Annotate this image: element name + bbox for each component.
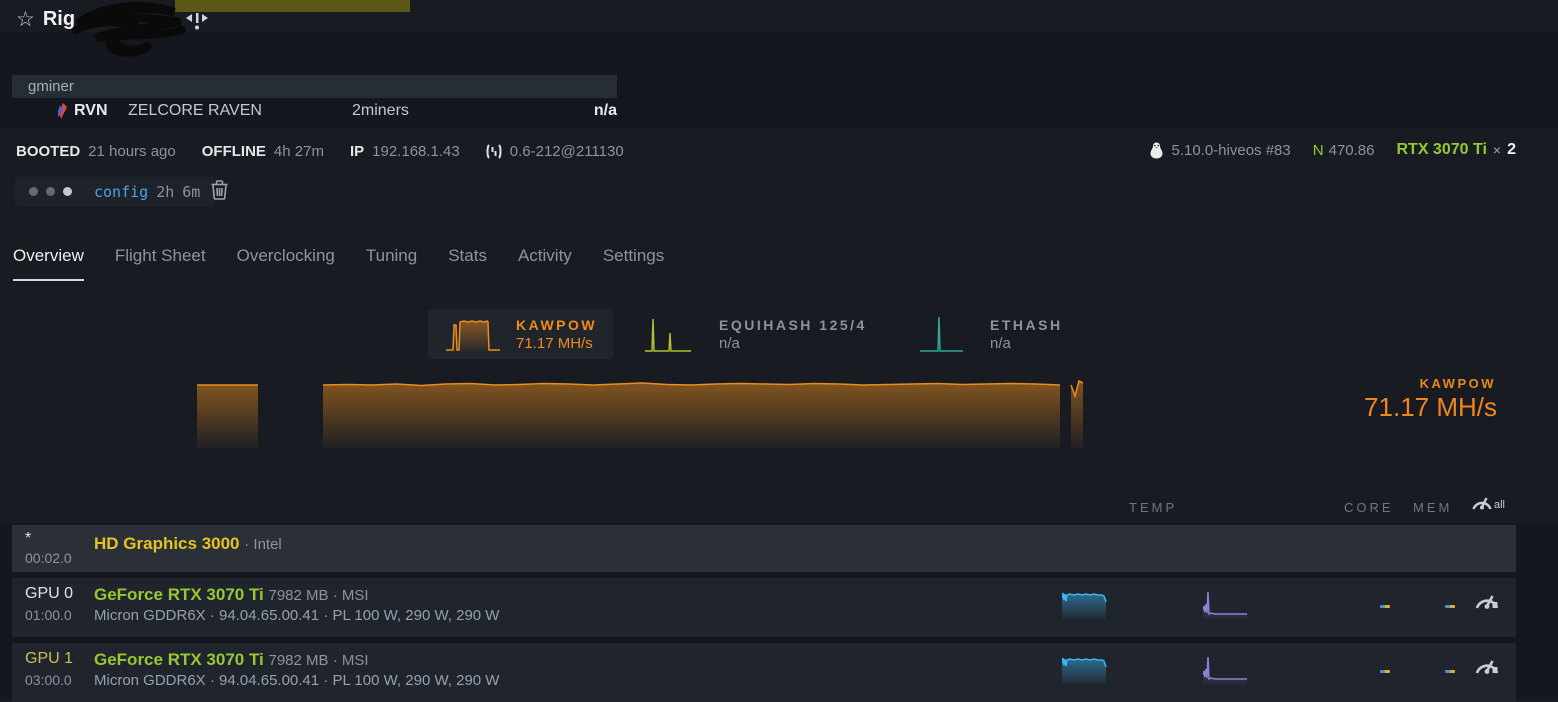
rvn-coin-icon xyxy=(57,103,68,119)
drag-handle-icon[interactable] xyxy=(186,12,208,30)
hive-agent-icon xyxy=(486,143,502,160)
ip-value: 192.168.1.43 xyxy=(372,143,460,160)
wallet-name: ZELCORE RAVEN xyxy=(128,102,262,120)
miner-name: gminer xyxy=(28,78,74,95)
flight-sheet-panel: gminer RVN ZELCORE RAVEN 2miners n/a xyxy=(0,32,1558,127)
mem-clock-dash xyxy=(1445,605,1455,608)
gauge-all-icon xyxy=(1471,494,1493,511)
tab-settings[interactable]: Settings xyxy=(603,246,664,281)
coin-hashrate: n/a xyxy=(490,102,617,120)
tab-tuning[interactable]: Tuning xyxy=(366,246,417,281)
temp-sparkline xyxy=(1062,589,1108,621)
gpu-bus-id: 01:00.0 xyxy=(25,607,72,623)
booted-label: BOOTED xyxy=(16,143,80,160)
algo-card-equihash[interactable]: EQUIHASH 125/4 n/a xyxy=(645,309,867,359)
nvidia-driver-label: N xyxy=(1313,142,1324,159)
mem-clock-dash xyxy=(1445,670,1455,673)
tab-bar: Overview Flight Sheet Overclocking Tunin… xyxy=(13,246,664,281)
fan-all-button[interactable]: all xyxy=(1471,494,1505,511)
column-header-mem: MEM xyxy=(1413,500,1452,515)
gpu-index: GPU 0 xyxy=(25,585,73,603)
status-row: BOOTED 21 hours ago OFFLINE 4h 27m IP 19… xyxy=(16,143,624,160)
gpu-name[interactable]: HD Graphics 3000 xyxy=(94,534,240,553)
gpu-index: * xyxy=(25,530,31,548)
hashrate-algo-label: KAWPOW xyxy=(1420,376,1496,391)
kawpow-sparkline xyxy=(444,314,502,354)
gpu-multiplier-sign: × xyxy=(1493,142,1501,158)
algo-name: EQUIHASH 125/4 xyxy=(719,317,867,333)
status-dot xyxy=(63,187,72,196)
algo-name: ETHASH xyxy=(990,317,1063,333)
algo-value: n/a xyxy=(990,335,1063,352)
gpu-memory-vendor: 7982 MB · MSI xyxy=(269,587,369,604)
tab-overview[interactable]: Overview xyxy=(13,246,84,281)
algo-card-ethash[interactable]: ETHASH n/a xyxy=(920,309,1063,359)
core-clock-dash xyxy=(1380,670,1390,673)
page-title: Rig xyxy=(43,8,75,31)
equihash-sparkline xyxy=(645,314,693,354)
gauge-icon[interactable] xyxy=(1474,591,1500,611)
mem-sparkline xyxy=(1203,654,1249,686)
hashrate-value: 71.17 MH/s xyxy=(1364,392,1497,423)
core-clock-dash xyxy=(1380,605,1390,608)
temp-sparkline xyxy=(1062,654,1108,686)
highlight-streak xyxy=(175,0,410,12)
linux-tux-icon xyxy=(1149,142,1164,159)
mem-sparkline xyxy=(1203,589,1249,621)
tab-stats[interactable]: Stats xyxy=(448,246,487,281)
gpu-index: GPU 1 xyxy=(25,650,73,668)
algo-name: KAWPOW xyxy=(516,317,597,333)
gpu-name[interactable]: GeForce RTX 3070 Ti xyxy=(94,650,264,669)
table-row: * 00:02.0 HD Graphics 3000 · Intel xyxy=(12,525,1516,572)
tabs-divider xyxy=(0,282,1558,283)
status-right: 5.10.0-hiveos #83 N 470.86 RTX 3070 Ti ×… xyxy=(1149,141,1516,159)
gpu-vendor: · Intel xyxy=(244,536,282,553)
gpu-name[interactable]: GeForce RTX 3070 Ti xyxy=(94,585,264,604)
kernel-version: 5.10.0-hiveos #83 xyxy=(1171,142,1290,159)
offline-label: OFFLINE xyxy=(202,143,266,160)
gpu-memory-vendor: 7982 MB · MSI xyxy=(269,652,369,669)
gpu-detail: Micron GDDR6X · 94.04.65.00.41 · PL 100 … xyxy=(94,672,499,689)
nvidia-driver-version: 470.86 xyxy=(1329,142,1375,159)
table-row: GPU 0 01:00.0 GeForce RTX 3070 Ti 7982 M… xyxy=(12,578,1516,637)
tab-overclocking[interactable]: Overclocking xyxy=(237,246,335,281)
booted-value: 21 hours ago xyxy=(88,143,176,160)
config-link[interactable]: config xyxy=(94,183,148,201)
hashrate-chart xyxy=(0,376,1558,450)
status-dot xyxy=(29,187,38,196)
agent-console-pill: config 2h 6m xyxy=(15,177,214,206)
algo-value: n/a xyxy=(719,335,867,352)
ip-label: IP xyxy=(350,143,364,160)
tab-flight-sheet[interactable]: Flight Sheet xyxy=(115,246,206,281)
config-uptime-hours: 2h xyxy=(156,183,174,201)
algo-card-kawpow[interactable]: KAWPOW 71.17 MH/s xyxy=(428,309,613,359)
trash-icon[interactable] xyxy=(211,180,228,200)
tab-activity[interactable]: Activity xyxy=(518,246,572,281)
fan-all-label: all xyxy=(1494,499,1505,511)
gpu-count: 2 xyxy=(1507,141,1516,159)
flight-sheet-row: RVN ZELCORE RAVEN 2miners n/a xyxy=(0,98,617,124)
gpu-bus-id: 00:02.0 xyxy=(25,550,72,566)
gpu-model: RTX 3070 Ti xyxy=(1396,141,1486,159)
gauge-icon[interactable] xyxy=(1474,656,1500,676)
ethash-sparkline xyxy=(920,314,964,354)
gpu-bus-id: 03:00.0 xyxy=(25,672,72,688)
miner-bar: gminer xyxy=(12,75,617,98)
config-uptime-minutes: 6m xyxy=(182,183,200,201)
gpu-detail: Micron GDDR6X · 94.04.65.00.41 · PL 100 … xyxy=(94,607,499,624)
favorite-star-icon[interactable]: ☆ xyxy=(16,9,35,31)
pool-name: 2miners xyxy=(352,102,409,120)
table-row: GPU 1 03:00.0 GeForce RTX 3070 Ti 7982 M… xyxy=(12,643,1516,702)
status-dot xyxy=(46,187,55,196)
column-header-temp: TEMP xyxy=(1129,500,1177,515)
redacted-rig-name xyxy=(62,0,202,58)
column-header-core: CORE xyxy=(1344,500,1394,515)
algo-value: 71.17 MH/s xyxy=(516,335,597,352)
coin-symbol: RVN xyxy=(74,102,108,120)
agent-version: 0.6-212@211130 xyxy=(510,143,624,160)
offline-value: 4h 27m xyxy=(274,143,324,160)
